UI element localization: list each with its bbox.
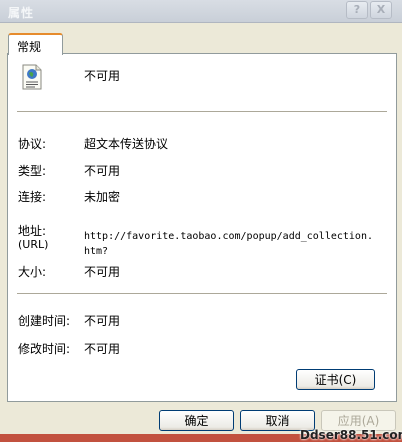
- help-button[interactable]: ?: [346, 1, 368, 19]
- tab-general[interactable]: 常规: [8, 33, 63, 55]
- title-bar[interactable]: 属性 ? X: [0, 0, 402, 23]
- window-title: 属性: [8, 6, 35, 20]
- protocol-value: 超文本传送协议: [84, 137, 169, 151]
- address-sublabel: (URL): [18, 238, 49, 251]
- address-label: 地址:: [18, 224, 47, 238]
- tab-general-label: 常规: [17, 40, 42, 54]
- protocol-label: 协议:: [18, 137, 47, 151]
- type-value: 不可用: [84, 164, 121, 178]
- close-button[interactable]: X: [370, 1, 392, 19]
- divider-top: [17, 111, 387, 113]
- document-name-value: 不可用: [84, 69, 121, 83]
- connection-value: 未加密: [84, 190, 121, 204]
- address-value[interactable]: http://favorite.taobao.com/popup/add_col…: [84, 229, 374, 259]
- watermark: Ddser88.51.com: [300, 428, 402, 442]
- web-document-icon: [22, 64, 42, 90]
- properties-dialog: 属性 ? X 常规 不可用 协议: 超文本传送协议 类型: 不可用 连接: 未加…: [0, 0, 402, 442]
- size-value: 不可用: [84, 265, 121, 279]
- certificate-button[interactable]: 证书(C): [296, 369, 375, 390]
- type-label: 类型:: [18, 164, 47, 178]
- connection-label: 连接:: [18, 190, 47, 204]
- general-panel: 不可用 协议: 超文本传送协议 类型: 不可用 连接: 未加密 地址: (URL…: [7, 53, 397, 402]
- modified-value: 不可用: [84, 342, 121, 356]
- created-value: 不可用: [84, 314, 121, 328]
- divider-middle: [17, 293, 387, 295]
- modified-label: 修改时间:: [18, 342, 71, 356]
- created-label: 创建时间:: [18, 314, 71, 328]
- size-label: 大小:: [18, 265, 47, 279]
- ok-button[interactable]: 确定: [159, 410, 234, 431]
